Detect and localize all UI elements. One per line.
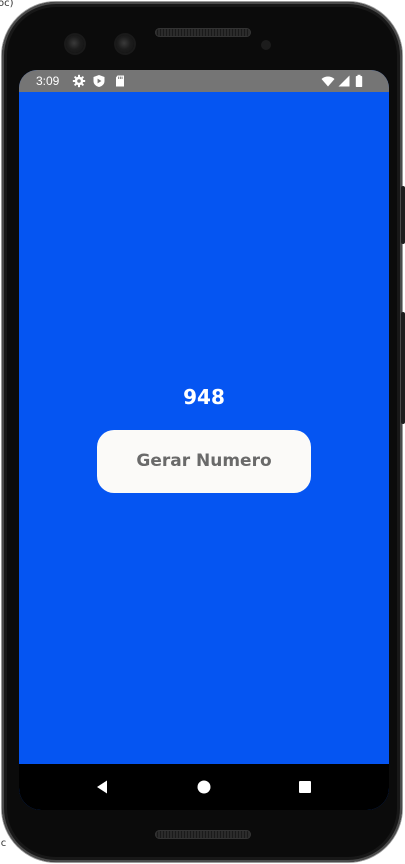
wifi-icon	[321, 74, 335, 88]
signal-icon	[337, 74, 351, 88]
navigation-bar	[19, 764, 389, 810]
generate-number-button[interactable]: Gerar Numero	[97, 430, 311, 493]
battery-icon	[352, 74, 366, 88]
background-text-fragment: ic	[0, 838, 7, 849]
random-number-display: 948	[183, 385, 225, 409]
recents-icon[interactable]	[295, 777, 315, 797]
shield-play-icon	[92, 74, 106, 88]
phone-screen: 3:09 948 Gerar Numero	[19, 70, 389, 810]
app-content: 948 Gerar Numero	[19, 92, 389, 764]
proximity-sensor	[261, 40, 271, 50]
back-icon[interactable]	[92, 777, 112, 797]
earpiece-speaker	[155, 28, 251, 37]
front-camera	[116, 35, 134, 53]
settings-icon	[72, 74, 86, 88]
power-button[interactable]	[401, 186, 405, 244]
sd-card-icon	[113, 74, 127, 88]
volume-button[interactable]	[401, 312, 405, 424]
bottom-speaker	[155, 830, 251, 839]
home-icon[interactable]	[194, 777, 214, 797]
background-text-fragment: oc)	[0, 0, 14, 9]
phone-frame: 3:09 948 Gerar Numero	[2, 2, 405, 862]
front-camera	[66, 35, 84, 53]
status-bar: 3:09	[19, 70, 389, 92]
status-time: 3:09	[36, 74, 60, 88]
emulator-stage: oc) ic 3:09	[0, 0, 405, 864]
